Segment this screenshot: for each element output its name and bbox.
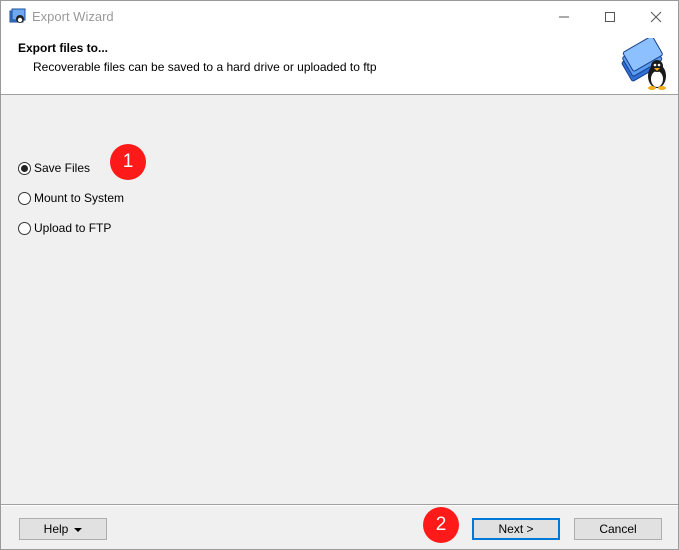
option-label: Mount to System (34, 191, 125, 205)
maximize-button[interactable] (587, 1, 633, 32)
footer-divider-highlight (1, 505, 678, 506)
header-subtitle: Recoverable files can be saved to a hard… (33, 60, 377, 74)
dropdown-caret-icon (74, 527, 83, 532)
help-button[interactable]: Help (19, 518, 107, 540)
title-bar[interactable]: Export Wizard (1, 1, 678, 32)
radio-mount-to-system[interactable] (18, 191, 31, 205)
wizard-app-icon (9, 8, 26, 23)
window-title: Export Wizard (32, 9, 114, 24)
radio-save-files[interactable] (18, 161, 31, 175)
annotation-badge-1: 1 (110, 144, 146, 180)
wizard-content: Save Files Mount to System Upload to FTP (1, 96, 678, 504)
minimize-button[interactable] (541, 1, 587, 32)
export-wizard-window: Export Wizard Export files to... Recover… (0, 0, 679, 550)
option-upload-to-ftp[interactable]: Upload to FTP (18, 221, 111, 235)
maximize-icon (605, 11, 615, 22)
cancel-button[interactable]: Cancel (574, 518, 662, 540)
penguin-folder-icon (621, 38, 666, 90)
annotation-badge-2: 2 (423, 507, 459, 543)
option-save-files[interactable]: Save Files (18, 161, 90, 175)
close-icon (650, 11, 662, 22)
header-title: Export files to... (18, 41, 109, 55)
radio-upload-to-ftp[interactable] (18, 221, 31, 235)
wizard-header: Export files to... Recoverable files can… (1, 32, 678, 95)
next-button[interactable]: Next > (472, 518, 560, 540)
minimize-icon (559, 16, 569, 17)
help-button-label: Help (43, 522, 69, 536)
option-mount-to-system[interactable]: Mount to System (18, 191, 124, 205)
option-label: Upload to FTP (34, 221, 112, 235)
close-button[interactable] (633, 1, 679, 32)
option-label: Save Files (34, 161, 91, 175)
